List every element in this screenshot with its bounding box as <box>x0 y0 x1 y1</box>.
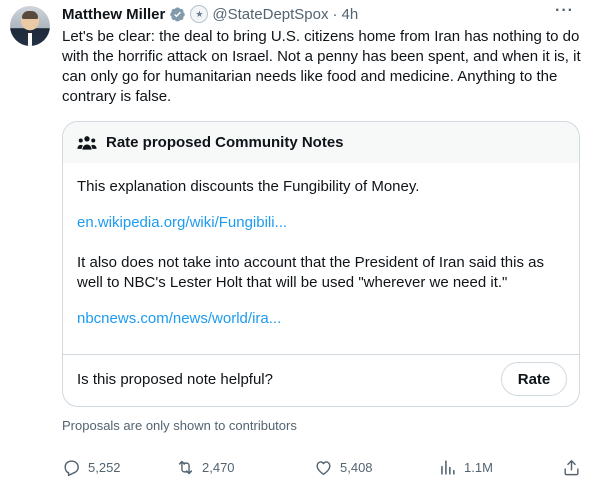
community-notes-header: Rate proposed Community Notes <box>63 122 579 163</box>
header-separator: · <box>332 5 338 23</box>
tweet-timestamp[interactable]: 4h <box>342 6 359 23</box>
state-dept-seal-icon: ★ <box>190 5 209 23</box>
reply-icon <box>64 460 79 477</box>
note-text-1: This explanation discounts the Fungibili… <box>77 178 420 195</box>
proposals-disclaimer: Proposals are only shown to contributors <box>62 418 297 433</box>
tweet-header: Matthew Miller ★ @StateDeptSpox · 4h <box>62 4 358 24</box>
helpful-question: Is this proposed note helpful? <box>77 371 273 388</box>
repost-icon <box>178 460 193 475</box>
views-chart-icon <box>441 460 455 475</box>
tweet-text: Let's be clear: the deal to bring U.S. c… <box>62 28 581 105</box>
repost-button[interactable]: 2,470 <box>176 458 235 477</box>
more-options-button[interactable]: ··· <box>555 2 574 20</box>
people-icon <box>77 135 97 151</box>
community-notes-title: Rate proposed Community Notes <box>106 134 344 151</box>
note-link-wikipedia[interactable]: en.wikipedia.org/wiki/Fungibili... <box>77 213 565 233</box>
reply-count: 5,252 <box>88 460 121 475</box>
note-text-2: It also does not take into account that … <box>77 254 544 291</box>
views-count: 1.1M <box>464 460 493 475</box>
like-button[interactable]: 5,408 <box>314 458 373 477</box>
author-avatar[interactable] <box>10 6 50 46</box>
note-link-nbcnews[interactable]: nbcnews.com/news/world/ira... <box>77 309 565 329</box>
proposed-note-body: This explanation discounts the Fungibili… <box>63 163 579 329</box>
tweet-actions-bar: 5,252 2,470 5,408 1.1M <box>62 458 582 480</box>
author-handle[interactable]: @StateDeptSpox <box>212 6 328 23</box>
share-icon <box>564 460 579 476</box>
views-button[interactable]: 1.1M <box>438 458 493 477</box>
community-notes-card: Rate proposed Community Notes This expla… <box>62 121 580 407</box>
heart-icon <box>316 461 331 475</box>
card-divider <box>63 354 579 355</box>
share-button[interactable] <box>562 458 588 477</box>
like-count: 5,408 <box>340 460 373 475</box>
avatar-hair <box>22 11 38 19</box>
author-name[interactable]: Matthew Miller <box>62 6 165 23</box>
verified-badge-icon[interactable] <box>169 6 186 23</box>
rate-button[interactable]: Rate <box>501 362 567 396</box>
avatar-shirt <box>28 33 32 46</box>
reply-button[interactable]: 5,252 <box>62 458 121 477</box>
repost-count: 2,470 <box>202 460 235 475</box>
